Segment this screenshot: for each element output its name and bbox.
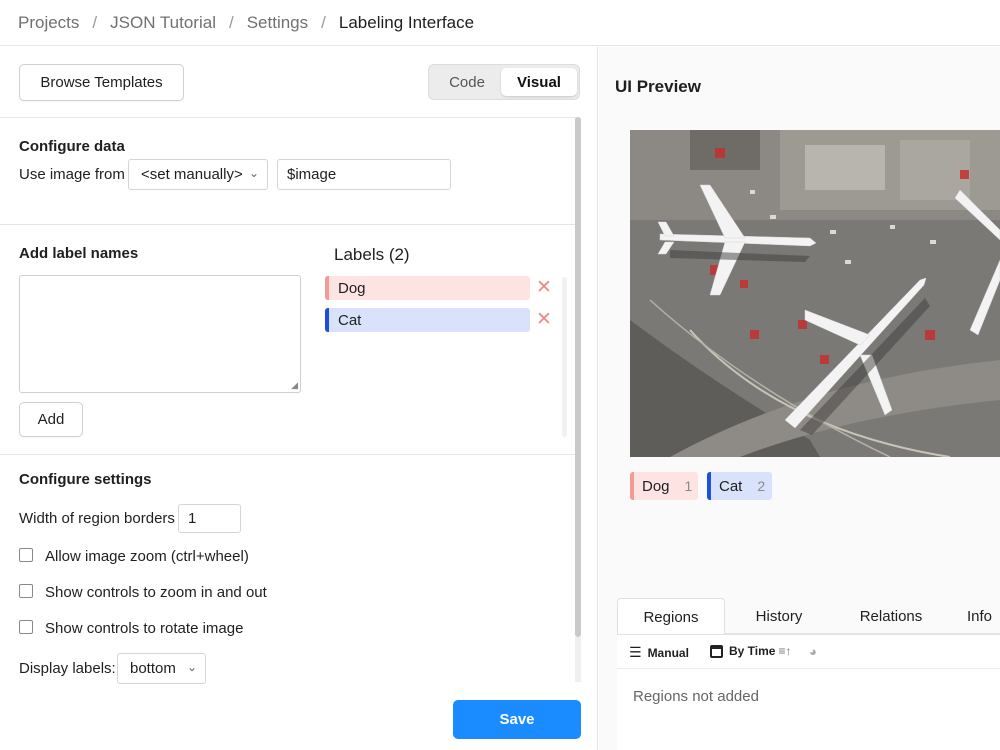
tab-history[interactable]: History [725, 598, 833, 634]
eye-icon: ◕ [809, 644, 817, 659]
divider [0, 224, 578, 225]
save-button[interactable]: Save [453, 700, 581, 739]
breadcrumb-settings[interactable]: Settings [247, 13, 308, 33]
label-color-bar [325, 308, 329, 332]
labels-scrollbar[interactable] [562, 277, 567, 437]
ui-preview-panel: UI Preview Dog 1 Cat 2 Regions History R… [599, 47, 1000, 750]
remove-label-cat-icon[interactable]: ✕ [536, 310, 552, 329]
use-image-from-label: Use image from [19, 166, 125, 183]
display-labels-label: Display labels: [19, 660, 116, 677]
labels-title: Labels (2) [334, 245, 410, 264]
config-scrollbar-track[interactable] [575, 637, 581, 682]
preview-label-name: Dog [642, 477, 670, 495]
visibility-toggle[interactable]: ◕ [809, 644, 817, 659]
preview-label-hotkey: 1 [684, 478, 693, 494]
border-width-input[interactable]: 1 [178, 504, 241, 533]
zoom-controls-checkbox-label[interactable]: Show controls to zoom in and out [45, 584, 267, 601]
breadcrumb-separator: / [321, 12, 326, 32]
preview-label-name: Cat [719, 477, 743, 495]
manual-sort-button[interactable]: ☰ Manual [629, 644, 689, 661]
label-color-bar [325, 276, 329, 300]
label-names-textarea[interactable]: ◢ [19, 275, 301, 393]
regions-empty-text: Regions not added [633, 688, 759, 705]
label-name: Cat [338, 311, 362, 329]
label-name: Dog [338, 279, 366, 297]
breadcrumb-current: Labeling Interface [338, 12, 475, 32]
preview-label-cat[interactable]: Cat 2 [707, 472, 772, 500]
by-time-label: By Time [729, 644, 776, 658]
config-scrollbar-thumb[interactable] [575, 117, 581, 637]
by-time-sort-button[interactable]: By Time ≡↑ [710, 644, 791, 658]
remove-label-dog-icon[interactable]: ✕ [536, 278, 552, 297]
chevron-down-icon: ⌄ [186, 660, 197, 674]
label-color-bar [630, 472, 634, 500]
airport-aerial-image [630, 130, 1000, 457]
display-labels-select[interactable]: bottom ⌄ [117, 653, 206, 684]
breadcrumb-separator: / [92, 12, 98, 32]
breadcrumb-project[interactable]: JSON Tutorial [110, 13, 216, 33]
zoom-checkbox-label[interactable]: Allow image zoom (ctrl+wheel) [45, 548, 249, 565]
regions-toolbar: ☰ Manual By Time ≡↑ ◕ [617, 635, 1000, 669]
rotate-controls-checkbox-label[interactable]: Show controls to rotate image [45, 620, 243, 637]
resize-handle-icon[interactable]: ◢ [291, 380, 298, 391]
tab-relations[interactable]: Relations [837, 598, 945, 634]
config-panel: Browse Templates Code Visual Configure d… [0, 47, 598, 750]
list-icon: ☰ [629, 644, 642, 660]
divider [0, 117, 578, 118]
image-source-value: <set manually> [141, 166, 243, 183]
image-value-input[interactable]: $image [277, 159, 451, 190]
visual-mode-button[interactable]: Visual [501, 68, 577, 96]
preview-label-dog[interactable]: Dog 1 [630, 472, 698, 500]
add-label-button[interactable]: Add [19, 402, 83, 437]
label-chip-cat[interactable]: Cat [325, 308, 530, 332]
sidebar-tabs: Regions History Relations Info [617, 598, 1000, 635]
ui-preview-title: UI Preview [615, 77, 701, 96]
code-mode-button[interactable]: Code [433, 68, 501, 96]
breadcrumb-projects[interactable]: Projects [18, 13, 79, 33]
divider [0, 454, 578, 455]
image-source-select[interactable]: <set manually> ⌄ [128, 159, 268, 190]
border-width-label: Width of region borders [19, 510, 175, 527]
rotate-controls-checkbox[interactable] [19, 620, 33, 634]
display-labels-value: bottom [130, 660, 176, 677]
label-color-bar [707, 472, 711, 500]
breadcrumb-separator: / [228, 12, 234, 32]
zoom-controls-checkbox[interactable] [19, 584, 33, 598]
breadcrumb: Projects / JSON Tutorial / Settings / La… [0, 0, 1000, 46]
tab-regions[interactable]: Regions [617, 598, 725, 635]
label-chip-dog[interactable]: Dog [325, 276, 530, 300]
configure-data-title: Configure data [19, 138, 125, 155]
preview-image[interactable] [630, 130, 1000, 457]
tab-info[interactable]: Info [967, 598, 1000, 634]
preview-label-hotkey: 2 [757, 478, 766, 494]
regions-panel: ☰ Manual By Time ≡↑ ◕ Regions not added [617, 634, 1000, 750]
manual-label: Manual [647, 645, 689, 660]
zoom-checkbox[interactable] [19, 548, 33, 562]
configure-settings-title: Configure settings [19, 471, 152, 488]
browse-templates-button[interactable]: Browse Templates [19, 64, 184, 101]
mode-toggle: Code Visual [428, 64, 580, 100]
calendar-icon [710, 644, 723, 658]
chevron-down-icon: ⌄ [248, 166, 259, 180]
add-label-names-title: Add label names [19, 245, 139, 262]
sort-order-icon[interactable]: ≡↑ [778, 644, 791, 658]
